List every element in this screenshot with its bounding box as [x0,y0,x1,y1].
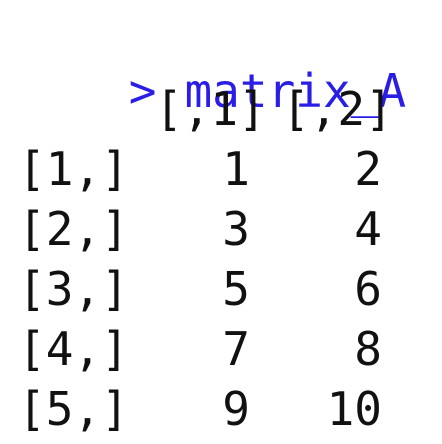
matrix-cell: 7 [222,322,250,376]
row-label: [2,] [18,202,129,256]
r-console-output: > matrix_A [,1] [,2] [1,] 1 2 [2,] 3 4 [3… [0,0,442,444]
matrix-cell: 5 [222,262,250,316]
column-header: [,2] [282,82,393,136]
matrix-cell: 9 [222,382,250,436]
matrix-cell: 10 [326,382,382,436]
row-label: [1,] [18,142,129,196]
matrix-cell: 6 [354,262,382,316]
command-line: > matrix_A [18,22,406,114]
matrix-cell: 4 [354,202,382,256]
matrix-cell: 2 [354,142,382,196]
matrix-cell: 1 [222,142,250,196]
column-header: [,1] [155,82,266,136]
row-label: [4,] [18,322,129,376]
matrix-cell: 8 [354,322,382,376]
row-label: [3,] [18,262,129,316]
row-label: [5,] [18,382,129,436]
prompt-symbol: > [128,64,157,118]
matrix-cell: 3 [222,202,250,256]
